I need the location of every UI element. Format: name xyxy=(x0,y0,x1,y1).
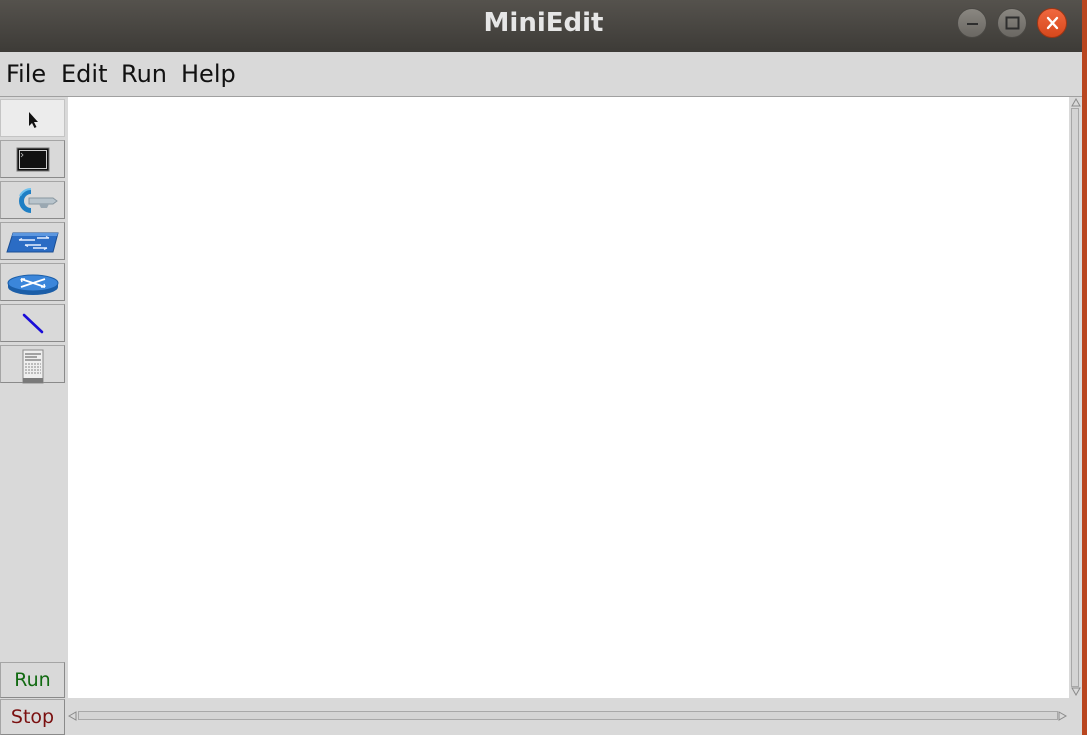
close-icon xyxy=(1046,16,1059,30)
window-titlebar[interactable]: MiniEdit xyxy=(0,0,1087,52)
switch-tool-button[interactable] xyxy=(0,222,65,260)
maximize-button[interactable] xyxy=(997,8,1027,38)
vertical-scrollbar[interactable] xyxy=(1069,97,1082,698)
menubar: File Edit Run Help xyxy=(0,52,1082,97)
server-tool-button[interactable] xyxy=(0,345,65,384)
stop-button[interactable]: Stop xyxy=(0,699,65,735)
minimize-button[interactable] xyxy=(957,8,987,38)
close-button[interactable] xyxy=(1037,8,1067,38)
tool-palette: Run Stop xyxy=(0,97,67,735)
window-title: MiniEdit xyxy=(483,8,604,38)
router-tool-button[interactable] xyxy=(0,263,65,301)
host-tool-button[interactable] xyxy=(0,140,65,178)
maximize-icon xyxy=(1005,16,1020,30)
router-icon xyxy=(7,274,59,295)
horizontal-scroll-thumb[interactable] xyxy=(78,711,1058,720)
run-button[interactable]: Run xyxy=(0,662,65,698)
vertical-scroll-thumb[interactable] xyxy=(1071,108,1079,687)
scroll-left-arrow-icon[interactable] xyxy=(68,711,77,721)
select-cursor-icon xyxy=(29,112,38,128)
controller-tool-button[interactable] xyxy=(0,181,65,219)
link-line-icon xyxy=(22,313,44,334)
menu-run[interactable]: Run xyxy=(121,52,167,96)
host-terminal-icon xyxy=(16,147,50,172)
link-tool-button[interactable] xyxy=(0,304,65,342)
scroll-up-arrow-icon[interactable] xyxy=(1071,98,1081,107)
menu-help[interactable]: Help xyxy=(181,52,236,96)
menu-file[interactable]: File xyxy=(6,52,46,96)
scroll-right-arrow-icon[interactable] xyxy=(1058,711,1067,721)
desktop-background-edge xyxy=(1082,0,1087,735)
menu-edit[interactable]: Edit xyxy=(61,52,107,96)
select-tool-button[interactable] xyxy=(0,99,65,137)
server-icon xyxy=(22,349,44,384)
controller-icon xyxy=(19,187,58,213)
horizontal-scrollbar[interactable] xyxy=(67,709,1069,722)
topology-canvas[interactable] xyxy=(68,97,1069,698)
switch-icon xyxy=(6,232,59,253)
scroll-down-arrow-icon[interactable] xyxy=(1071,687,1081,696)
minimize-icon xyxy=(967,23,978,25)
